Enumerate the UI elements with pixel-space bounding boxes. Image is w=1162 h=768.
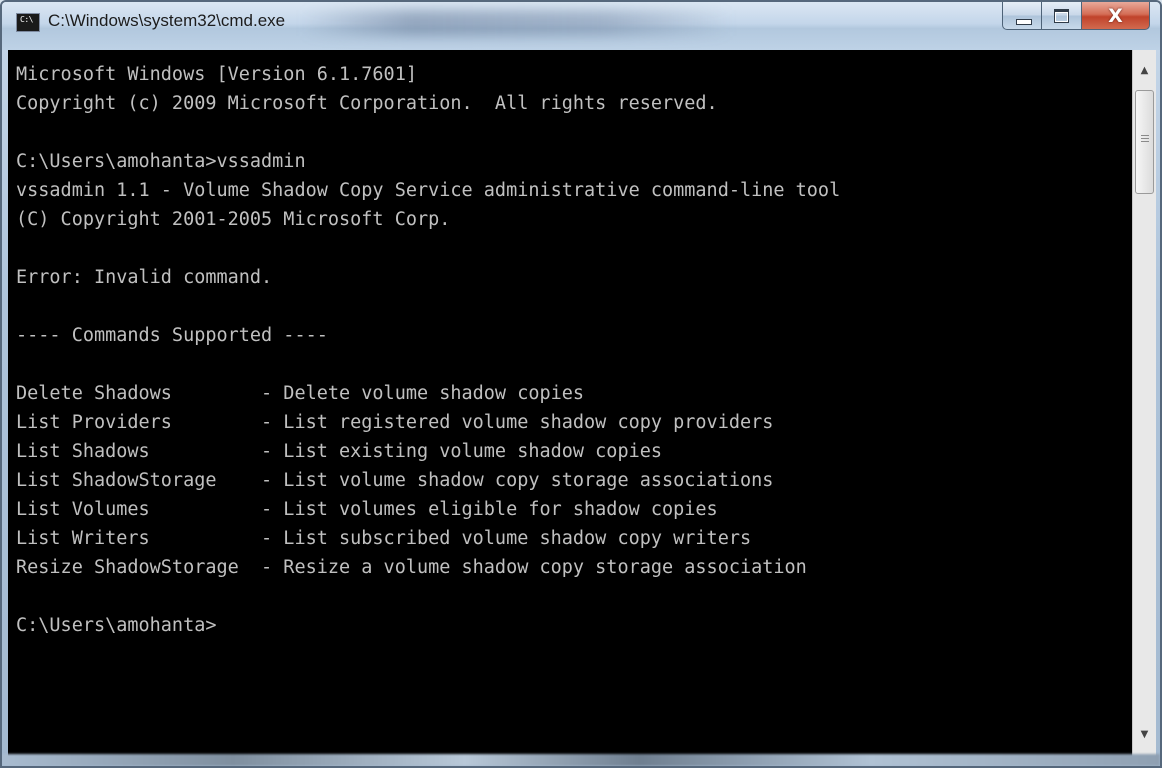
minimize-icon (1016, 19, 1032, 25)
window-title: C:\Windows\system32\cmd.exe (48, 11, 286, 30)
console-line: (C) Copyright 2001-2005 Microsoft Corp. (16, 209, 451, 230)
console-line: List Writers - List subscribed volume sh… (16, 528, 752, 549)
scroll-up-arrow-icon[interactable]: ▲ (1133, 60, 1156, 82)
scroll-grip-icon (1141, 135, 1149, 136)
maximize-button[interactable] (1042, 2, 1082, 30)
maximize-icon (1054, 9, 1069, 23)
blurred-title-area (302, 10, 732, 36)
vertical-scrollbar[interactable]: ▲ ▼ (1132, 50, 1156, 756)
close-button[interactable]: X (1082, 2, 1150, 30)
console-line: List Providers - List registered volume … (16, 412, 774, 433)
console-line: C:\Users\amohanta> (16, 615, 217, 636)
minimize-button[interactable] (1002, 2, 1042, 30)
cmd-window: C:\ C:\Windows\system32\cmd.exe X Micros… (0, 0, 1162, 768)
console-line: List Volumes - List volumes eligible for… (16, 499, 718, 520)
console-text: Microsoft Windows [Version 6.1.7601] Cop… (8, 50, 1132, 640)
console-line: List Shadows - List existing volume shad… (16, 441, 663, 462)
console-line: vssadmin 1.1 - Volume Shadow Copy Servic… (16, 180, 841, 201)
console-line: C:\Users\amohanta>vssadmin (16, 151, 306, 172)
console-line: Error: Invalid command. (16, 267, 273, 288)
close-icon: X (1108, 5, 1123, 27)
blurred-taskbar-strip (2, 754, 1160, 766)
window-controls: X (1002, 2, 1150, 32)
console-line: Microsoft Windows [Version 6.1.7601] (16, 64, 417, 85)
console-line: Delete Shadows - Delete volume shadow co… (16, 383, 585, 404)
console-line: ---- Commands Supported ---- (16, 325, 328, 346)
console-line: List ShadowStorage - List volume shadow … (16, 470, 774, 491)
console-line: Copyright (c) 2009 Microsoft Corporation… (16, 93, 718, 114)
console-output[interactable]: Microsoft Windows [Version 6.1.7601] Cop… (8, 50, 1132, 756)
title-bar[interactable]: C:\ C:\Windows\system32\cmd.exe X (2, 2, 1160, 50)
scroll-down-arrow-icon[interactable]: ▼ (1133, 724, 1156, 746)
scroll-thumb[interactable] (1135, 90, 1154, 194)
cmd-app-icon[interactable]: C:\ (16, 13, 40, 32)
console-line: Resize ShadowStorage - Resize a volume s… (16, 557, 807, 578)
